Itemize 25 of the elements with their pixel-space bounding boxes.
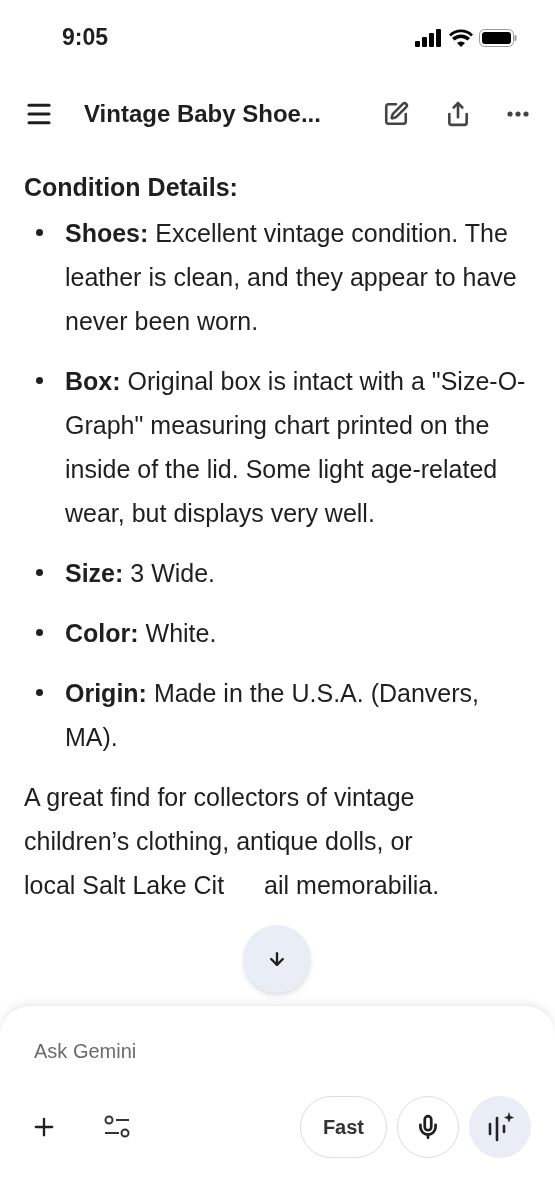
bullet-text: Box: Original box is intact with a "Size-O-Graph" measuring chart printed on the inside of the lid. Some light age-related wear, but displays very well. bbox=[65, 366, 527, 529]
share-icon bbox=[445, 101, 471, 127]
prompt-field[interactable]: Ask Gemini bbox=[34, 1036, 504, 1066]
wifi-icon bbox=[449, 28, 473, 47]
more-icon bbox=[507, 111, 529, 117]
section-heading: Condition Details: bbox=[24, 172, 239, 203]
edit-icon bbox=[383, 101, 409, 127]
closing-text: local Salt Lake Cit bbox=[24, 870, 225, 901]
bullet-text: Shoes: Excellent vintage condition. The leather is clean, and they appear to have never been worn. bbox=[65, 218, 518, 337]
signal-icon bbox=[415, 28, 443, 47]
tools-icon[interactable] bbox=[104, 1115, 130, 1139]
edit-button[interactable] bbox=[383, 101, 409, 127]
bullet-text: Origin: Made in the U.S.A. (Danvers, MA). bbox=[65, 678, 481, 753]
chat-title: Vintage Baby Shoe... bbox=[84, 99, 321, 129]
more-button[interactable] bbox=[507, 111, 529, 117]
battery-icon bbox=[479, 28, 517, 47]
share-button[interactable] bbox=[445, 101, 471, 127]
closing-text: A great find for collectors of vintage bbox=[24, 782, 416, 813]
status-time: 9:05 bbox=[62, 23, 109, 53]
bullet-text: Size: 3 Wide. bbox=[65, 558, 216, 589]
closing-text: children’s clothing, antique dolls, or bbox=[24, 826, 414, 857]
sparkle-waveform-icon bbox=[486, 1112, 514, 1142]
closing-text-end: ail memorabilia. bbox=[264, 870, 440, 901]
bullet-text: Color: White. bbox=[65, 618, 217, 649]
arrow-down-icon bbox=[267, 949, 287, 969]
